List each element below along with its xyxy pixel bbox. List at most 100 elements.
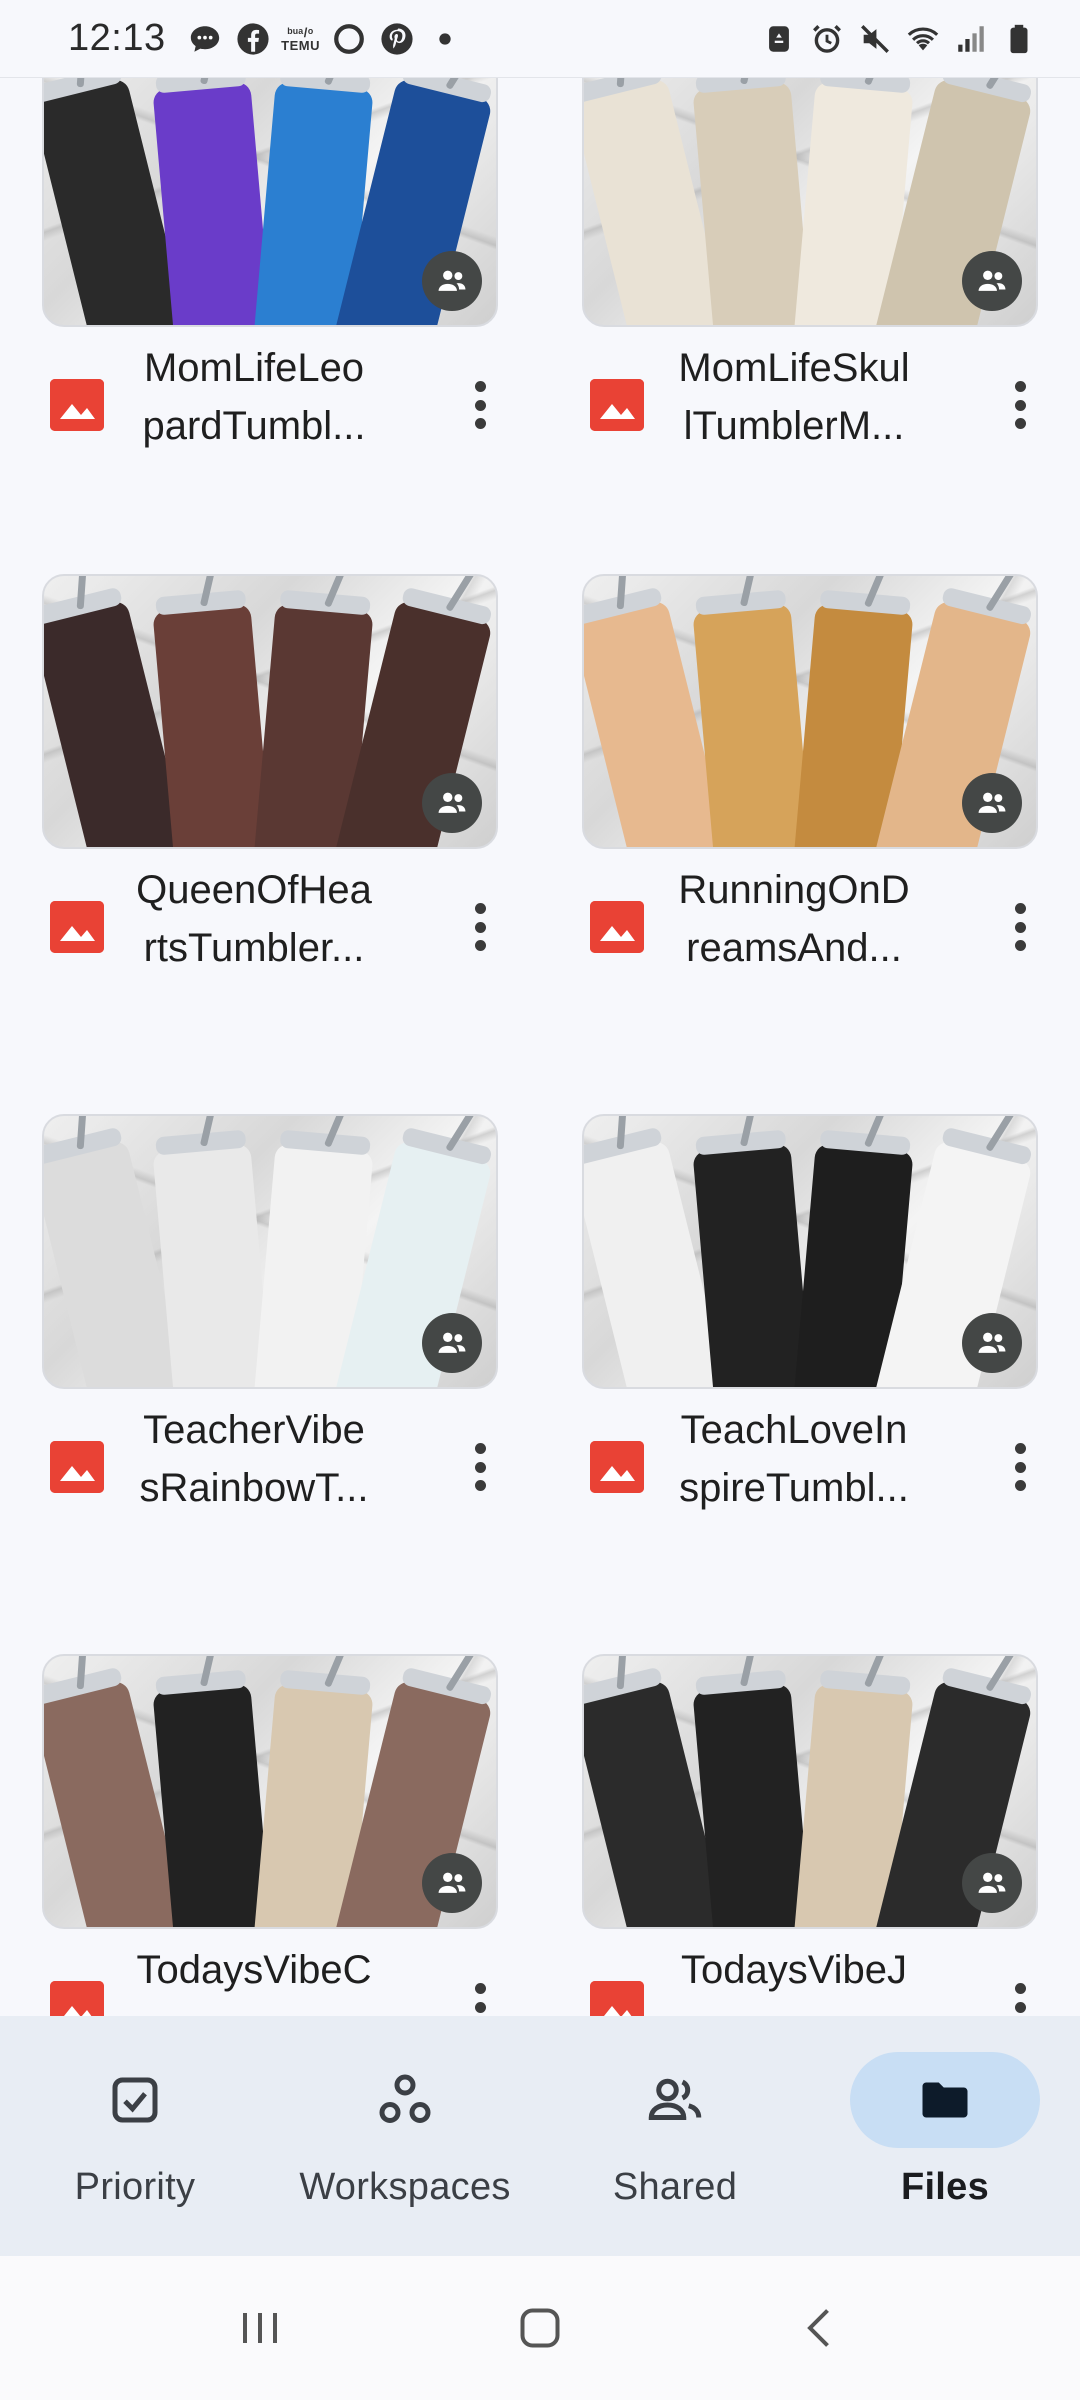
more-options-icon[interactable] bbox=[1008, 375, 1032, 435]
chat-icon bbox=[188, 22, 222, 56]
status-time: 12:13 bbox=[68, 17, 166, 59]
file-info-row: MomLifeSkul lTumblerM... bbox=[582, 339, 1038, 469]
back-icon bbox=[807, 2309, 829, 2347]
file-info-row: TodaysVibeC bbox=[42, 1941, 498, 2016]
shared-badge-icon bbox=[422, 1853, 482, 1913]
file-name[interactable]: RunningOnD reamsAnd... bbox=[674, 861, 914, 977]
file-name-line-1: MomLifeSkul bbox=[678, 346, 910, 390]
image-file-icon bbox=[590, 901, 644, 953]
nav-label: Files bbox=[900, 2166, 990, 2208]
notification-icons: ᵇᵘᵃ/ᵒ TEMU bbox=[188, 22, 462, 56]
more-options-icon[interactable] bbox=[1008, 1977, 1032, 2016]
signal-icon bbox=[954, 22, 988, 56]
file-info-row: TeachLoveIn spireTumbl... bbox=[582, 1401, 1038, 1531]
file-name-line-1: TeachLoveIn bbox=[680, 1408, 908, 1452]
shared-people-icon bbox=[648, 2078, 702, 2120]
file-name[interactable]: MomLifeLeo pardTumbl... bbox=[134, 339, 374, 455]
file-name[interactable]: TodaysVibeJ bbox=[674, 1941, 914, 1999]
pinterest-icon bbox=[380, 22, 414, 56]
file-thumbnail[interactable] bbox=[42, 1654, 498, 1929]
file-name[interactable]: TeachLoveIn spireTumbl... bbox=[674, 1401, 914, 1517]
nav-icon-container bbox=[40, 2052, 230, 2148]
file-info-row: TeacherVibe sRainbowT... bbox=[42, 1401, 498, 1531]
nav-label: Shared bbox=[612, 2166, 738, 2208]
shared-badge-icon bbox=[962, 773, 1022, 833]
file-name-line-2: reamsAnd... bbox=[686, 926, 902, 970]
workspaces-icon bbox=[379, 2074, 431, 2124]
file-thumbnail[interactable] bbox=[42, 1114, 498, 1389]
more-options-icon[interactable] bbox=[1008, 897, 1032, 957]
file-thumbnail[interactable] bbox=[582, 1114, 1038, 1389]
nav-icon-container bbox=[580, 2052, 770, 2148]
more-options-icon[interactable] bbox=[468, 375, 492, 435]
image-file-icon bbox=[590, 1981, 644, 2016]
circle-icon bbox=[332, 22, 366, 56]
priority-check-icon bbox=[112, 2077, 158, 2123]
file-thumbnail[interactable] bbox=[42, 78, 498, 327]
shared-badge-icon bbox=[422, 1313, 482, 1373]
file-info-row: MomLifeLeo pardTumbl... bbox=[42, 339, 498, 469]
file-name[interactable]: TodaysVibeC bbox=[134, 1941, 374, 1999]
image-file-icon bbox=[50, 1981, 104, 2016]
nav-item-shared[interactable]: Shared bbox=[540, 2016, 810, 2256]
recents-button[interactable] bbox=[220, 2288, 300, 2368]
image-file-icon bbox=[50, 1441, 104, 1493]
file-name[interactable]: TeacherVibe sRainbowT... bbox=[134, 1401, 374, 1517]
more-options-icon[interactable] bbox=[468, 1437, 492, 1497]
image-file-icon bbox=[50, 379, 104, 431]
nav-item-workspaces[interactable]: Workspaces bbox=[270, 2016, 540, 2256]
file-info-row: RunningOnD reamsAnd... bbox=[582, 861, 1038, 991]
file-thumbnail[interactable] bbox=[582, 1654, 1038, 1929]
recents-icon bbox=[243, 2313, 277, 2343]
shared-badge-icon bbox=[962, 251, 1022, 311]
file-thumbnail[interactable] bbox=[582, 574, 1038, 849]
file-name-line-1: RunningOnD bbox=[678, 868, 910, 912]
shared-badge-icon bbox=[422, 773, 482, 833]
mute-icon bbox=[858, 22, 892, 56]
bottom-navigation: Priority Workspaces Shared Files bbox=[0, 2016, 1080, 2256]
file-name-line-2: rtsTumbler... bbox=[143, 926, 365, 970]
file-name-line-2: sRainbowT... bbox=[139, 1466, 369, 1510]
shared-badge-icon bbox=[962, 1853, 1022, 1913]
system-navigation-bar bbox=[0, 2256, 1080, 2400]
dot-icon bbox=[428, 22, 462, 56]
file-name-line-1: QueenOfHea bbox=[136, 868, 372, 912]
more-options-icon[interactable] bbox=[468, 1977, 492, 2016]
file-name-line-2: lTumblerM... bbox=[683, 404, 905, 448]
home-icon bbox=[520, 2308, 560, 2348]
nav-label: Workspaces bbox=[299, 2166, 511, 2208]
temu-label: TEMU bbox=[281, 37, 321, 53]
file-name-line-2: pardTumbl... bbox=[142, 404, 366, 448]
image-file-icon bbox=[590, 1441, 644, 1493]
shared-badge-icon bbox=[422, 251, 482, 311]
image-file-icon bbox=[590, 379, 644, 431]
file-info-row: TodaysVibeJ bbox=[582, 1941, 1038, 2016]
nav-item-files[interactable]: Files bbox=[810, 2016, 1080, 2256]
file-info-row: QueenOfHea rtsTumbler... bbox=[42, 861, 498, 991]
nav-item-priority[interactable]: Priority bbox=[0, 2016, 270, 2256]
file-name[interactable]: MomLifeSkul lTumblerM... bbox=[674, 339, 914, 455]
nav-label: Priority bbox=[74, 2166, 196, 2208]
back-button[interactable] bbox=[780, 2288, 860, 2368]
file-name-line-2: spireTumbl... bbox=[679, 1466, 909, 1510]
image-file-icon bbox=[50, 901, 104, 953]
recycle-icon bbox=[762, 22, 796, 56]
file-thumbnail[interactable] bbox=[42, 574, 498, 849]
more-options-icon[interactable] bbox=[1008, 1437, 1032, 1497]
home-button[interactable] bbox=[500, 2288, 580, 2368]
alarm-icon bbox=[810, 22, 844, 56]
facebook-icon bbox=[236, 22, 270, 56]
wifi-icon bbox=[906, 22, 940, 56]
file-grid: MomLifeLeo pardTumbl... MomLifeSkul lTumble… bbox=[0, 78, 1080, 2016]
shared-badge-icon bbox=[962, 1313, 1022, 1373]
file-name-line-1: TeacherVibe bbox=[143, 1408, 365, 1452]
status-bar: 12:13 ᵇᵘᵃ/ᵒ TEMU bbox=[0, 0, 1080, 78]
nav-icon-container bbox=[310, 2052, 500, 2148]
nav-icon-container bbox=[850, 2052, 1040, 2148]
more-options-icon[interactable] bbox=[468, 897, 492, 957]
file-name-line-1: TodaysVibeJ bbox=[680, 1948, 908, 1992]
file-name[interactable]: QueenOfHea rtsTumbler... bbox=[134, 861, 374, 977]
file-name-line-1: MomLifeLeo bbox=[143, 346, 365, 390]
folder-icon bbox=[922, 2082, 968, 2118]
file-thumbnail[interactable] bbox=[582, 78, 1038, 327]
